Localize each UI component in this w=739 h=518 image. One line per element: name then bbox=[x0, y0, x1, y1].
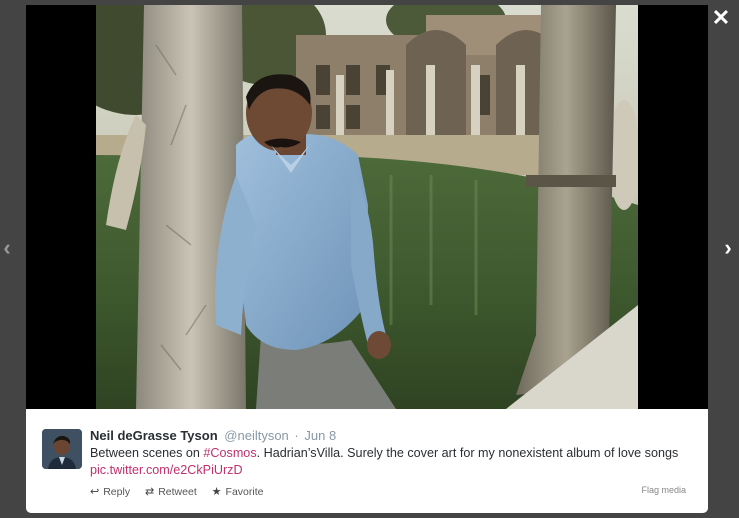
chevron-right-icon[interactable]: › bbox=[719, 236, 737, 260]
media-link[interactable]: pic.twitter.com/e2CkPiUrzD bbox=[90, 463, 243, 477]
retweet-icon: ⇄ bbox=[145, 486, 155, 498]
favorite-label: Favorite bbox=[225, 486, 264, 498]
tweet-text-prefix: Between scenes on bbox=[90, 446, 204, 460]
retweet-button[interactable]: ⇄ Retweet bbox=[145, 485, 197, 498]
favorite-button[interactable]: ★ Favorite bbox=[212, 485, 264, 498]
time-separator: · bbox=[294, 428, 299, 443]
reply-button[interactable]: ↩ Reply bbox=[90, 485, 130, 498]
close-icon[interactable]: ✕ bbox=[711, 7, 731, 29]
tweet-text: Between scenes on #Cosmos. Hadrian’sVill… bbox=[90, 445, 690, 478]
reply-icon: ↩ bbox=[90, 486, 100, 498]
tweet-timestamp[interactable]: Jun 8 bbox=[304, 428, 336, 443]
tweet-actions: ↩ Reply ⇄ Retweet ★ Favorite bbox=[90, 485, 275, 498]
fullname[interactable]: Neil deGrasse Tyson bbox=[90, 428, 218, 443]
retweet-label: Retweet bbox=[158, 486, 197, 498]
media-frame bbox=[26, 5, 708, 409]
avatar[interactable] bbox=[42, 429, 82, 469]
tweet-header: Neil deGrasse Tyson @neiltyson · Jun 8 bbox=[90, 428, 336, 443]
tweet-card: Neil deGrasse Tyson @neiltyson · Jun 8 B… bbox=[26, 409, 708, 513]
star-icon: ★ bbox=[211, 486, 222, 498]
chevron-left-icon[interactable]: ‹ bbox=[0, 236, 16, 260]
hashtag-link[interactable]: #Cosmos bbox=[203, 446, 256, 460]
tweet-photo[interactable] bbox=[96, 5, 638, 409]
username[interactable]: @neiltyson bbox=[224, 428, 289, 443]
flag-media-link[interactable]: Flag media bbox=[641, 485, 686, 495]
reply-label: Reply bbox=[103, 486, 131, 498]
tweet-text-middle: . Hadrian’sVilla. Surely the cover art f… bbox=[256, 446, 679, 460]
